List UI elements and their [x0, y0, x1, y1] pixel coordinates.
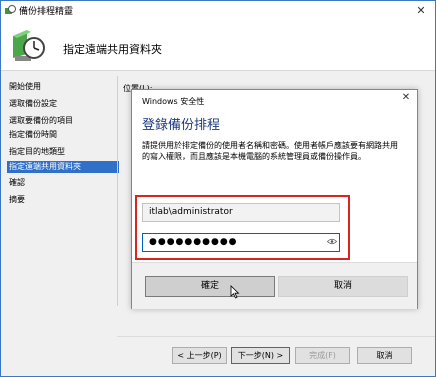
nav-item-remote-share[interactable]: 指定遠端共用資料夾 — [7, 161, 119, 173]
backup-app-icon — [5, 5, 16, 14]
backup-schedule-wizard-window: 備份排程精靈 ✕ 指定遠端共用資料夾 開始使用 選取備份設定 選取要備份的項目 … — [0, 0, 436, 377]
dialog-title: Windows 安全性 — [142, 97, 205, 106]
window-close-button[interactable]: ✕ — [407, 1, 435, 20]
nav-item-backup-settings[interactable]: 選取備份設定 — [9, 98, 57, 109]
dialog-description: 請提供用於排定備份的使用者名稱和密碼。使用者帳戶應該要有網路共用的寫入權限，而且… — [142, 141, 398, 161]
button-bar-divider — [117, 336, 435, 337]
nav-item-destination-type[interactable]: 指定目的地類型 — [9, 146, 65, 157]
ok-button[interactable]: 確定 — [145, 276, 275, 297]
reveal-password-icon[interactable] — [327, 238, 337, 245]
finish-button[interactable]: 完成(F) — [295, 347, 350, 364]
window-title: 備份排程精靈 — [19, 7, 74, 17]
wizard-header: 指定遠端共用資料夾 — [1, 20, 435, 71]
dialog-cancel-button[interactable]: 取消 — [278, 276, 408, 297]
nav-item-getting-started[interactable]: 開始使用 — [9, 81, 41, 92]
dialog-close-button[interactable]: ✕ — [398, 92, 414, 106]
password-field[interactable]: ●●●●●●●●●● — [142, 233, 340, 252]
credential-dialog: Windows 安全性 ✕ 登錄備份排程 請提供用於排定備份的使用者名稱和密碼。… — [131, 89, 418, 309]
username-field[interactable]: itlab\administrator — [142, 203, 340, 222]
backup-clock-icon — [13, 30, 45, 61]
dialog-heading: 登錄備份排程 — [142, 118, 221, 133]
nav-separator — [117, 76, 118, 306]
nav-item-confirmation[interactable]: 確認 — [9, 177, 25, 188]
nav-item-summary[interactable]: 摘要 — [9, 194, 25, 205]
back-button[interactable]: < 上一步(P) — [172, 347, 227, 364]
title-bar[interactable]: 備份排程精靈 ✕ — [1, 1, 435, 20]
page-title: 指定遠端共用資料夾 — [63, 43, 162, 56]
nav-item-backup-time[interactable]: 指定備份時間 — [9, 129, 57, 140]
password-mask: ●●●●●●●●●● — [149, 237, 238, 247]
nav-item-backup-items[interactable]: 選取要備份的項目 — [9, 115, 73, 126]
next-button[interactable]: 下一步(N) > — [231, 347, 290, 364]
mouse-cursor-icon — [230, 285, 240, 299]
wizard-cancel-button[interactable]: 取消 — [357, 347, 412, 364]
